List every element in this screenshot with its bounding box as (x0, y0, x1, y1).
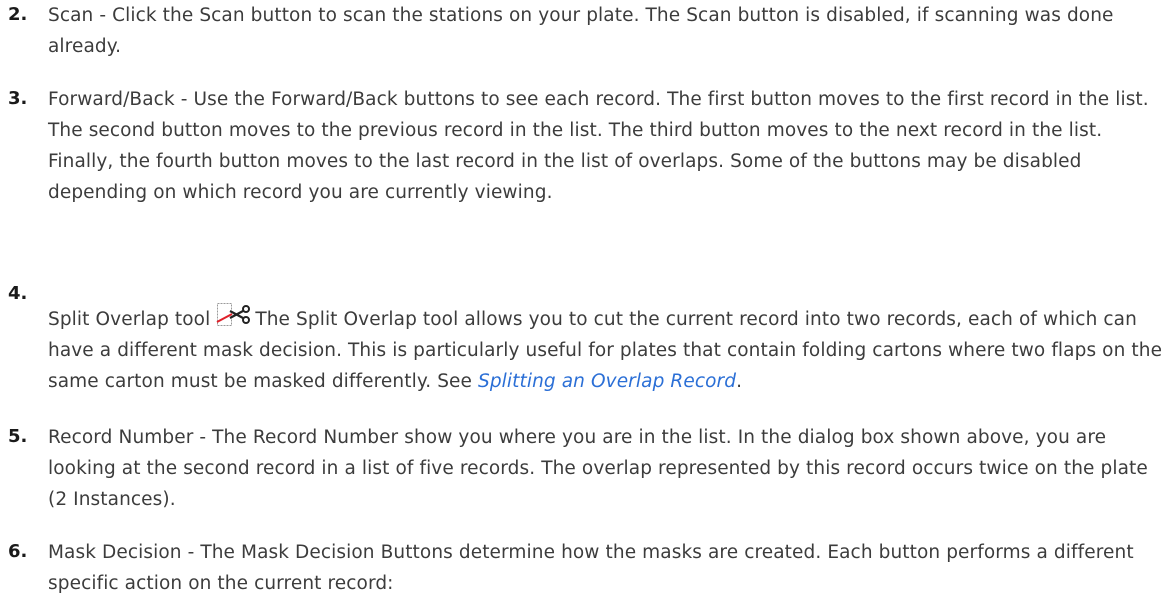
list-item-text: Forward/Back - Use the Forward/Back butt… (48, 89, 1149, 203)
list-item-text: Mask Decision - The Mask Decision Button… (48, 542, 1134, 594)
list-item-text: Record Number - The Record Number show y… (48, 427, 1148, 510)
split-overlap-scissors-icon (216, 302, 252, 328)
list-number: 3. (8, 88, 28, 109)
list-item-text: Split Overlap tool The Split Overlap too… (48, 302, 1168, 397)
list-number: 4. (8, 283, 28, 304)
list-item-text: Scan - Click the Scan button to scan the… (48, 5, 1114, 57)
list-number: 2. (8, 4, 28, 25)
splitting-overlap-record-link[interactable]: Splitting an Overlap Record (478, 371, 736, 392)
split-overlap-lead: Split Overlap tool (48, 309, 211, 330)
list-number: 6. (8, 541, 28, 562)
link-trailing-period: . (736, 371, 743, 392)
document-body: 2. Scan - Click the Scan button to scan … (0, 0, 1176, 600)
list-number: 5. (8, 426, 28, 447)
